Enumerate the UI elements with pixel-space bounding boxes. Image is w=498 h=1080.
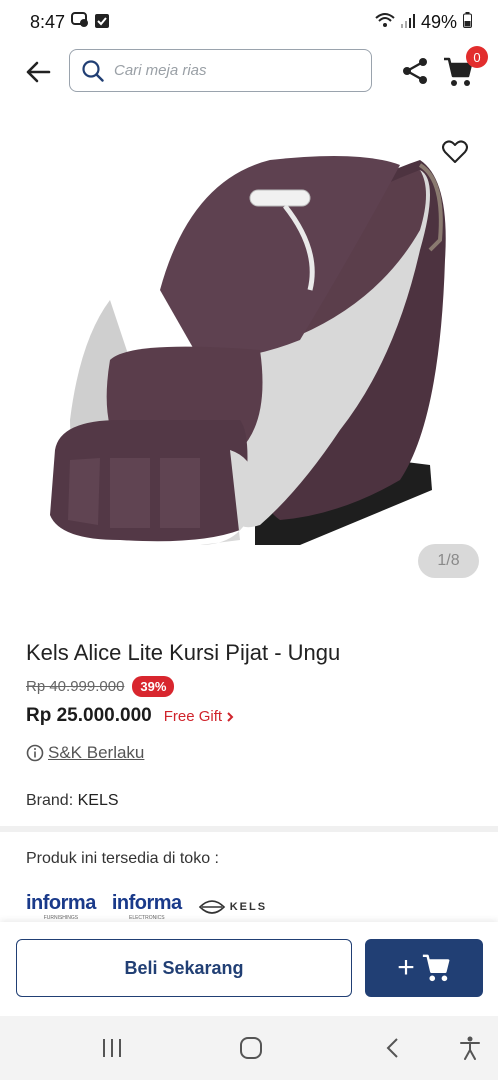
old-price-row: Rp 40.999.000 39% (26, 676, 175, 697)
brand-value: KELS (77, 792, 119, 809)
battery-percentage: 49% (420, 11, 457, 32)
home-icon (240, 1037, 262, 1059)
heart-icon (442, 140, 468, 163)
terms-label: S&K Berlaku (48, 743, 145, 762)
status-time: 8:47 (30, 11, 66, 32)
check-notification-icon (95, 12, 110, 33)
informa-logo: informa (111, 892, 182, 914)
original-price: Rp 40.999.000 (26, 678, 125, 695)
price-row: Rp 25.000.000 Free Gift (26, 705, 234, 727)
store-logo-informa-electronics[interactable]: informa ELECTRONICS (112, 892, 182, 921)
chevron-right-icon (227, 711, 234, 722)
free-gift-link[interactable]: Free Gift (164, 708, 234, 725)
kels-logo-icon (198, 899, 225, 914)
chat-notification-icon (71, 11, 89, 33)
buy-now-button[interactable]: Beli Sekarang (16, 939, 352, 997)
current-price: Rp 25.000.000 (26, 705, 152, 726)
battery-icon (463, 11, 472, 33)
system-nav-bar (0, 1016, 498, 1080)
accessibility-icon (460, 1036, 480, 1060)
terms-link[interactable]: S&K Berlaku (26, 743, 144, 763)
store-logo-kels[interactable]: KELS (198, 897, 267, 917)
signal-icon (400, 12, 415, 33)
product-page: 8:47 49% Cari meja rias 0 1/8 Kels Alice… (0, 0, 498, 1080)
product-title: Kels Alice Lite Kursi Pijat - Ungu (26, 640, 341, 665)
accessibility-button[interactable] (458, 1036, 482, 1060)
recent-apps-button[interactable] (100, 1036, 124, 1060)
plus-icon: + (397, 951, 415, 984)
arrow-left-icon (26, 61, 51, 83)
informa-sub-label: ELECTRONICS (128, 915, 165, 921)
home-button[interactable] (239, 1036, 263, 1060)
brand-label: Brand: (26, 792, 74, 809)
store-logo-informa-furnishings[interactable]: informa FURNISHINGS (26, 892, 96, 921)
image-counter: 1/8 (418, 544, 479, 578)
cart-button[interactable]: 0 (442, 46, 488, 90)
status-right: 49% (375, 11, 472, 33)
wifi-icon (375, 12, 395, 33)
massage-chair-image (50, 156, 446, 545)
back-button[interactable] (20, 54, 56, 90)
stores-label: Produk ini tersedia di toko : (26, 850, 219, 867)
section-divider (0, 826, 498, 832)
brand-row: Brand: KELS (26, 792, 119, 810)
back-chevron-icon (386, 1038, 398, 1058)
kels-logo-text: KELS (229, 900, 268, 913)
status-bar: 8:47 49% (0, 0, 498, 44)
share-icon (403, 58, 427, 84)
info-icon (26, 744, 44, 762)
back-nav-button[interactable] (380, 1036, 404, 1060)
discount-badge: 39% (132, 676, 175, 697)
app-header: 0 (0, 46, 498, 96)
search-input[interactable] (114, 62, 354, 79)
cart-icon (422, 954, 450, 982)
search-icon (82, 59, 104, 82)
search-bar[interactable] (69, 49, 372, 92)
wishlist-button[interactable] (440, 137, 470, 167)
cart-count-badge: 0 (466, 46, 488, 68)
recent-apps-icon (103, 1039, 121, 1057)
share-button[interactable] (398, 54, 432, 88)
action-bar: Beli Sekarang + (0, 922, 498, 1016)
add-to-cart-button[interactable]: + (365, 939, 483, 997)
free-gift-label: Free Gift (163, 708, 223, 725)
stores-list: informa FURNISHINGS informa ELECTRONICS … (26, 892, 267, 921)
informa-logo: informa (26, 892, 96, 914)
status-left: 8:47 (30, 11, 110, 33)
product-image[interactable] (0, 120, 498, 600)
informa-sub-label: FURNISHINGS (43, 915, 79, 921)
